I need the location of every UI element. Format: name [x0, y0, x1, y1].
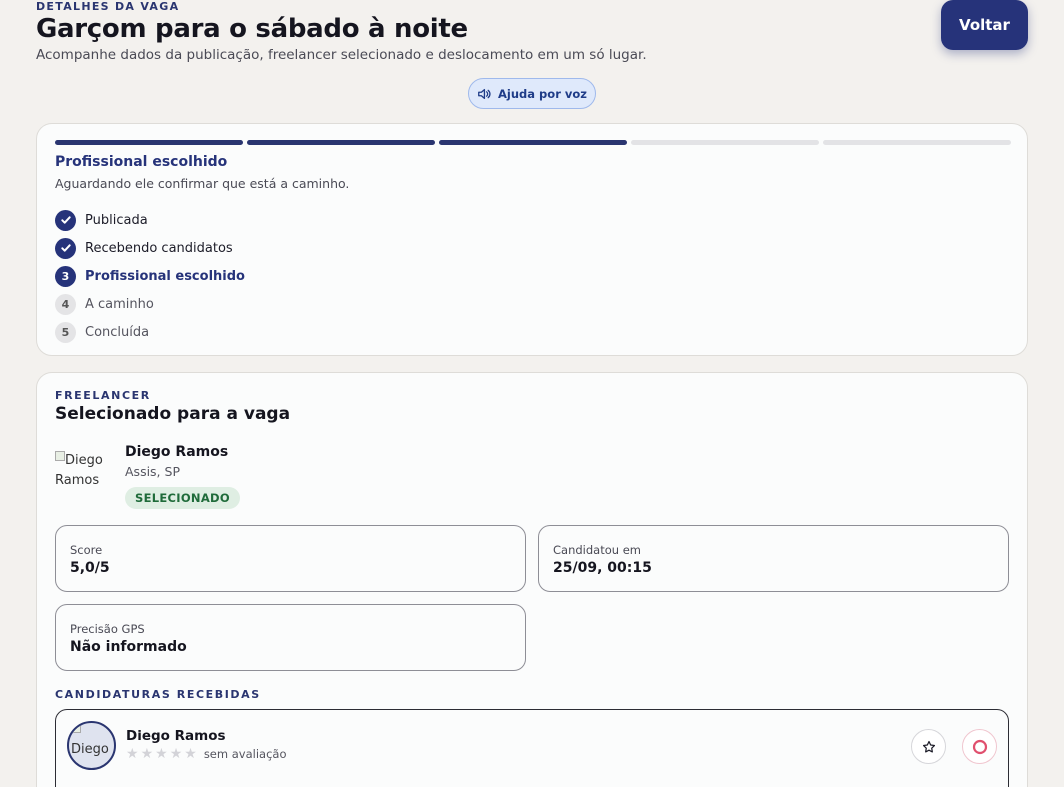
freelancer-section-title: Selecionado para a vaga — [55, 404, 291, 424]
gps-precision-label: Precisão GPS — [70, 622, 145, 636]
status-title: Profissional escolhido — [55, 154, 228, 170]
status-step: 3 Profissional escolhido — [55, 262, 245, 290]
applicant-name: Diego Ramos — [126, 728, 226, 744]
check-icon — [60, 244, 71, 252]
applied-at-value: 25/09, 00:15 — [553, 560, 652, 576]
freelancer-card: FREELANCER Selecionado para a vaga Diego… — [36, 372, 1028, 787]
status-step: Recebendo candidatos — [55, 234, 245, 262]
step-indicator: 4 — [55, 293, 76, 315]
score-label: Score — [70, 543, 103, 557]
progress-segment — [55, 140, 243, 145]
broken-image-icon — [71, 723, 81, 733]
applied-at-label: Candidatou em — [553, 543, 641, 557]
voice-help-button[interactable]: Ajuda por voz — [468, 78, 596, 109]
step-label: Profissional escolhido — [85, 268, 245, 284]
status-step: Publicada — [55, 206, 245, 234]
speaker-icon — [478, 88, 491, 99]
status-step: 4 A caminho — [55, 290, 245, 318]
application-row[interactable]: Diego Diego Ramos ★ ★ ★ ★ ★ sem avaliaçã… — [55, 709, 1009, 787]
applied-at-stat: Candidatou em 25/09, 00:15 — [538, 525, 1009, 592]
page-subtitle: Acompanhe dados da publicação, freelance… — [36, 47, 647, 63]
step-label: Publicada — [85, 212, 148, 228]
status-badge: SELECIONADO — [125, 487, 240, 509]
step-indicator — [55, 237, 76, 259]
rating-star-icon: ★ — [169, 746, 183, 762]
step-label: Recebendo candidatos — [85, 240, 233, 256]
freelancer-name: Diego Ramos — [125, 444, 229, 460]
gps-precision-value: Não informado — [70, 639, 187, 655]
status-steps: Publicada Recebendo candidatos 3 Profission… — [55, 206, 245, 346]
applicant-avatar: Diego — [67, 721, 116, 770]
step-indicator: 3 — [55, 265, 76, 287]
check-icon — [60, 216, 71, 224]
favorite-button[interactable] — [911, 729, 946, 764]
status-step: 5 Concluída — [55, 318, 245, 346]
step-indicator — [55, 209, 76, 231]
progress-bar — [55, 140, 1011, 145]
rating-star-icon: ★ — [140, 746, 154, 762]
gps-precision-stat: Precisão GPS Não informado — [55, 604, 526, 671]
progress-segment — [823, 140, 1011, 145]
applications-eyebrow: CANDIDATURAS RECEBIDAS — [55, 688, 261, 701]
progress-segment — [247, 140, 435, 145]
broken-image-icon — [55, 451, 65, 461]
freelancer-avatar: Diego Ramos — [55, 451, 109, 505]
ring-icon — [972, 739, 987, 754]
applicant-rating: ★ ★ ★ ★ ★ sem avaliação — [126, 747, 286, 761]
progress-segment — [631, 140, 819, 145]
rating-star-icon: ★ — [155, 746, 168, 762]
page-eyebrow: DETALHES DA VAGA — [36, 0, 180, 13]
voice-help-label: Ajuda por voz — [498, 86, 587, 101]
status-card: Profissional escolhido Aguardando ele co… — [36, 123, 1028, 356]
rating-star-icon: ★ — [126, 746, 139, 762]
rating-star-icon: ★ — [184, 746, 197, 762]
rating-text: sem avaliação — [203, 747, 287, 761]
reject-button[interactable] — [962, 729, 997, 764]
status-description: Aguardando ele confirmar que está a cami… — [55, 176, 350, 191]
step-label: A caminho — [85, 296, 154, 312]
freelancer-eyebrow: FREELANCER — [55, 389, 151, 402]
score-value: 5,0/5 — [70, 560, 110, 576]
score-stat: Score 5,0/5 — [55, 525, 526, 592]
progress-segment — [439, 140, 627, 145]
applicant-avatar-alt: Diego — [71, 742, 109, 757]
page-title: Garçom para o sábado à noite — [36, 14, 468, 44]
step-indicator: 5 — [55, 321, 76, 343]
freelancer-city: Assis, SP — [125, 464, 180, 479]
back-button[interactable]: Voltar — [941, 0, 1028, 50]
star-icon — [922, 740, 935, 753]
step-label: Concluída — [85, 324, 150, 340]
